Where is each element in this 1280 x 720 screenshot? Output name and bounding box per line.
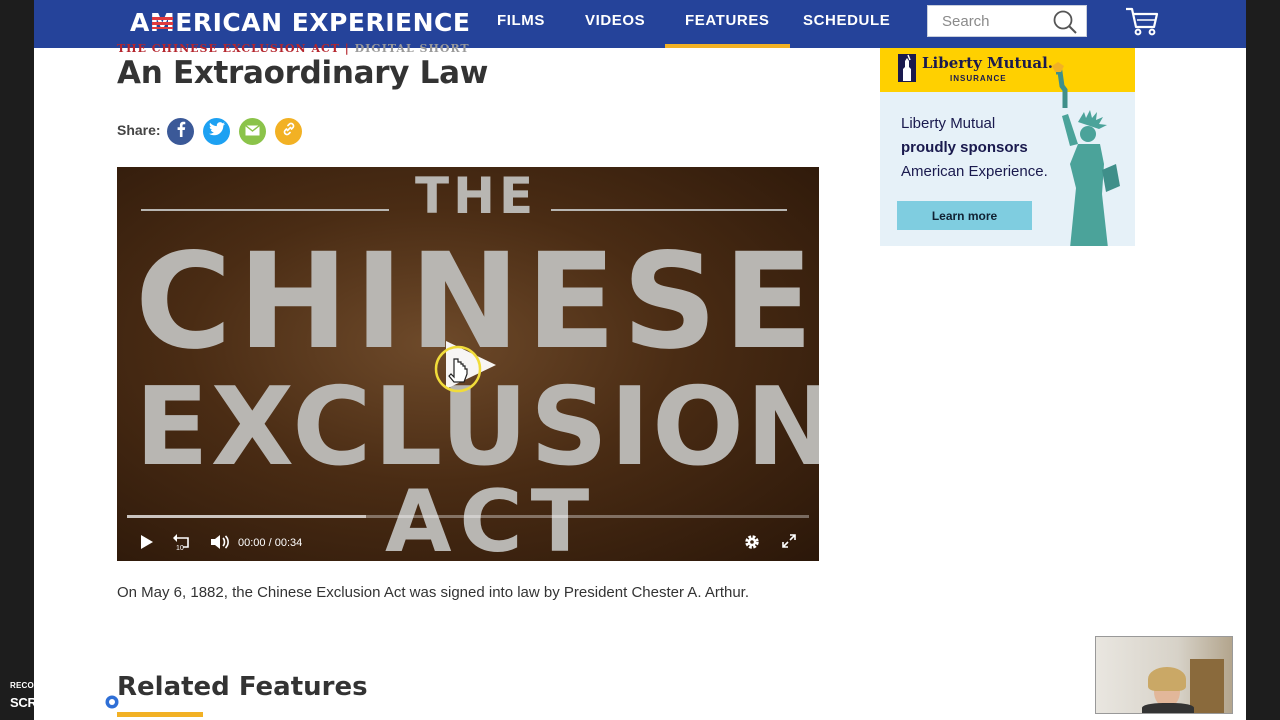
nav-link-films[interactable]: FILMS — [497, 0, 545, 44]
webcam-person-shirt — [1142, 703, 1194, 713]
watermark-recorded-with: RECORDED WITH — [10, 681, 82, 690]
video-title-line-1: THE — [415, 167, 538, 225]
logo-flag-mark: M — [149, 8, 176, 37]
ad-learn-more-button[interactable]: Learn more — [897, 201, 1032, 230]
page-title: An Extraordinary Law — [117, 55, 489, 91]
video-caption: On May 6, 1882, the Chinese Exclusion Ac… — [117, 584, 750, 601]
logo-text-start: A — [130, 8, 150, 37]
shopping-cart-icon[interactable] — [1124, 5, 1160, 42]
facebook-icon — [174, 121, 188, 142]
current-time: 00:00 — [238, 537, 266, 549]
share-label: Share: — [117, 122, 161, 138]
video-progress-bar[interactable] — [127, 515, 809, 518]
twitter-icon — [208, 122, 225, 141]
liberty-statue-logo-icon — [896, 52, 918, 89]
page: AMERICAN EXPERIENCE FILMS VIDEOS FEATURE… — [34, 0, 1246, 720]
settings-gear-icon[interactable] — [743, 533, 761, 556]
fullscreen-icon[interactable] — [781, 533, 797, 554]
nav-link-schedule[interactable]: SCHEDULE — [803, 0, 890, 44]
title-rule-right — [551, 209, 787, 211]
title-rule-left — [141, 209, 389, 211]
search-icon[interactable] — [1052, 9, 1078, 40]
link-icon — [281, 121, 297, 142]
top-navigation-bar: AMERICAN EXPERIENCE FILMS VIDEOS FEATURE… — [34, 0, 1246, 48]
watermark-logo-icon — [101, 691, 123, 716]
duration: 00:34 — [274, 537, 303, 549]
liberty-mutual-ad[interactable]: Liberty Mutual. INSURANCE Liberty Mutual… — [880, 48, 1135, 246]
nav-link-features[interactable]: FEATURES — [665, 0, 790, 48]
play-icon[interactable] — [139, 533, 155, 556]
eyebrow-type: DIGITAL SHORT — [354, 42, 470, 55]
video-player[interactable]: THE CHINESE EXCLUSION ACT 10 00:00 / 00:… — [117, 167, 819, 561]
video-buffered-bar — [127, 515, 366, 518]
webcam-person-hair — [1148, 667, 1186, 691]
share-email-button[interactable] — [239, 118, 266, 145]
statue-of-liberty-icon — [1048, 62, 1134, 246]
svg-text:10: 10 — [176, 545, 184, 551]
webcam-overlay — [1095, 636, 1233, 714]
article-eyebrow: THE CHINESE EXCLUSION ACT | DIGITAL SHOR… — [117, 42, 470, 55]
share-copy-link-button[interactable] — [275, 118, 302, 145]
video-controls: 10 00:00 / 00:34 — [117, 527, 819, 561]
ad-brand-subtitle: INSURANCE — [950, 74, 1007, 83]
search-box — [927, 5, 1087, 37]
big-play-icon[interactable] — [432, 335, 502, 400]
watermark-brand-suffix: MATIC — [127, 694, 166, 710]
time-separator: / — [268, 537, 272, 549]
american-experience-logo[interactable]: AMERICAN EXPERIENCE — [130, 8, 470, 38]
watermark-brand-main: SCREENCAST — [10, 694, 97, 710]
ad-text-line-3: American Experience. — [901, 163, 1048, 180]
share-twitter-button[interactable] — [203, 118, 230, 145]
nav-link-videos[interactable]: VIDEOS — [585, 0, 645, 44]
screencast-o-matic-watermark: RECORDED WITH SCREENCAST MATIC — [10, 681, 166, 716]
watermark-brand: SCREENCAST MATIC — [10, 691, 166, 716]
eyebrow-separator: | — [344, 42, 350, 55]
ad-text-line-2: proudly sponsors — [901, 139, 1028, 156]
email-icon — [245, 123, 260, 141]
rewind-10-icon[interactable]: 10 — [173, 533, 193, 556]
search-input[interactable] — [928, 6, 1062, 36]
volume-icon[interactable] — [210, 533, 230, 556]
ad-text-line-1: Liberty Mutual — [901, 115, 996, 132]
ad-brand-name: Liberty Mutual. — [922, 54, 1054, 72]
eyebrow-topic-link[interactable]: THE CHINESE EXCLUSION ACT — [117, 42, 340, 55]
video-time: 00:00 / 00:34 — [238, 537, 302, 549]
share-facebook-button[interactable] — [167, 118, 194, 145]
webcam-door — [1190, 659, 1224, 713]
logo-text-end: ERICAN EXPERIENCE — [175, 8, 471, 37]
